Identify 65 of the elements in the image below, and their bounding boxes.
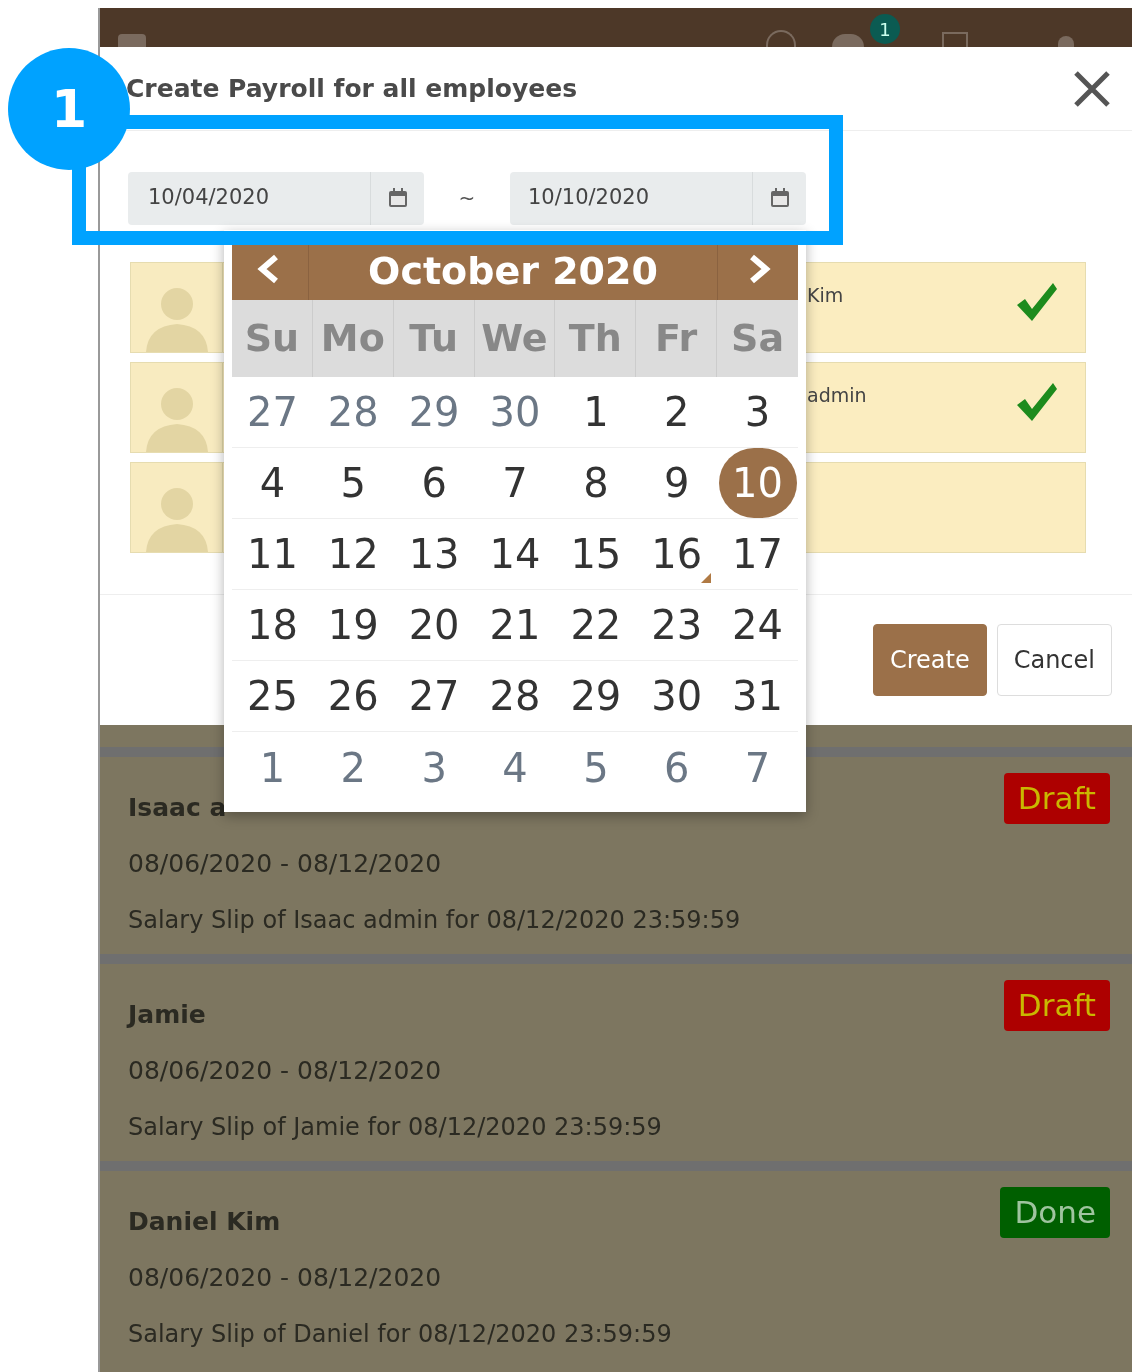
status-badge: Draft (1003, 980, 1110, 1031)
calendar-day[interactable]: 30 (651, 666, 703, 726)
calendar-day[interactable]: 11 (246, 524, 298, 584)
calendar-day[interactable]: 27 (408, 666, 460, 726)
weekday-label: Tu (393, 300, 475, 377)
weekday-label: Su (232, 300, 313, 377)
slip-description: Salary Slip of Isaac admin for 08/12/2020 23:59:59 (128, 905, 742, 935)
calendar-day[interactable]: 23 (651, 595, 703, 655)
weekday-label: We (474, 300, 556, 377)
slip-description: Salary Slip of Daniel for 08/12/2020 23:59:59 (128, 1319, 673, 1349)
calendar-day[interactable]: 5 (340, 453, 366, 513)
calendar-day[interactable]: 25 (246, 666, 298, 726)
calendar-day[interactable]: 29 (570, 666, 622, 726)
weekday-label: Th (555, 300, 637, 377)
weekday-label: Sa (730, 315, 786, 362)
calendar-day[interactable]: 1 (583, 382, 609, 442)
date-field[interactable]: 10/04/2020 (128, 171, 424, 225)
employee-name: Jamie (128, 1000, 206, 1030)
status-badge: Done (1000, 1187, 1110, 1238)
calendar-day[interactable]: 28 (327, 382, 379, 442)
calendar-day[interactable]: 28 (489, 666, 541, 726)
salary-slip-card[interactable]: Daniel Kim 08/06/2020 - 08/12/2020 Salary Slip of Daniel for 08/12/2020 23:59:59 Done (100, 1161, 1132, 1358)
calendar-day[interactable]: 10 (718, 448, 797, 518)
date-field[interactable]: 10/10/2020 (510, 171, 806, 225)
calendar-day[interactable]: 16 (651, 524, 703, 584)
calendar-day[interactable]: 29 (408, 382, 460, 442)
employee-name: Kim (807, 283, 844, 308)
create-button[interactable]: Create (872, 624, 987, 696)
employee-name: admin (807, 383, 867, 408)
pay-period: 08/06/2020 - 08/12/2020 (128, 1056, 443, 1086)
calendar-day[interactable]: 17 (732, 524, 783, 584)
cancel-button[interactable]: Cancel (996, 624, 1112, 696)
employee-name: Isaac a (128, 793, 227, 823)
calendar-day[interactable]: 13 (408, 524, 460, 584)
calendar-day[interactable]: 26 (327, 666, 379, 726)
employee-name: Daniel Kim (128, 1207, 281, 1237)
calendar-day[interactable]: 24 (732, 595, 783, 655)
calendar-day[interactable]: 22 (570, 595, 622, 655)
calendar-day[interactable]: 14 (489, 524, 541, 584)
calendar-day[interactable]: 12 (327, 524, 379, 584)
calendar-day[interactable]: 15 (570, 524, 622, 584)
calendar-day[interactable]: 27 (246, 382, 298, 442)
range-separator: ~ (457, 185, 477, 212)
calendar-day[interactable]: 7 (502, 453, 528, 513)
pay-period: 08/06/2020 - 08/12/2020 (128, 1263, 443, 1293)
calendar-day[interactable]: 19 (327, 595, 379, 655)
weekday-label: Mo (312, 300, 394, 377)
calendar-day[interactable]: 6 (421, 453, 447, 513)
calendar-day[interactable]: 30 (489, 382, 541, 442)
calendar-day[interactable]: 31 (732, 666, 783, 726)
close-icon[interactable] (1072, 68, 1112, 109)
calendar-day[interactable]: 2 (664, 382, 690, 442)
calendar-day[interactable]: 20 (408, 595, 460, 655)
weekday-label: Fr (636, 300, 718, 377)
calendar-day[interactable]: 8 (583, 453, 609, 513)
salary-slip-card[interactable]: Jamie 08/06/2020 - 08/12/2020 Salary Slip of Jamie for 08/12/2020 23:59:59 Draft (100, 954, 1132, 1151)
notification-badge: 1 (870, 14, 900, 44)
calendar-day[interactable]: 9 (664, 453, 690, 513)
calendar-day[interactable]: 3 (744, 382, 771, 442)
status-badge: Draft (1003, 773, 1110, 824)
pay-period: 08/06/2020 - 08/12/2020 (128, 849, 443, 879)
calendar-day[interactable]: 4 (259, 453, 286, 513)
calendar-day[interactable]: 21 (489, 595, 541, 655)
calendar-day[interactable]: 18 (246, 595, 298, 655)
slip-description: Salary Slip of Jamie for 08/12/2020 23:59:59 (128, 1112, 663, 1142)
